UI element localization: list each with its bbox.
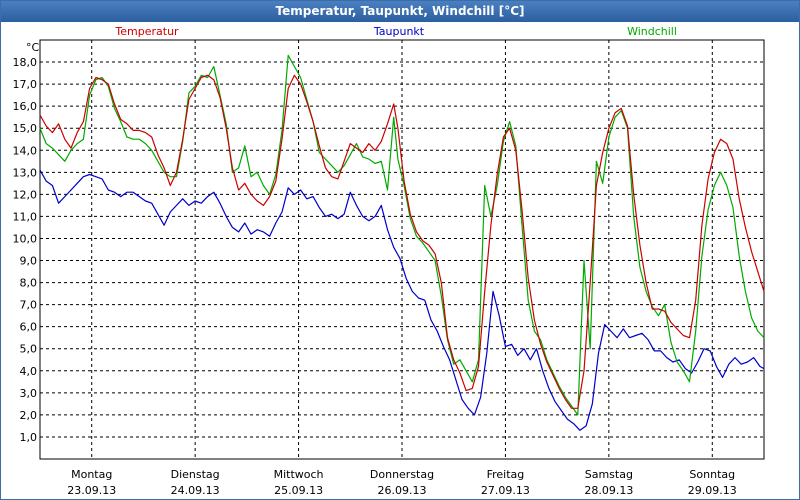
x-tick-day: Dienstag [171,468,220,481]
legend-temperatur: Temperatur [114,25,179,38]
y-unit-label: °C [26,41,40,54]
x-tick-day: Sonntag [689,468,735,481]
y-tick-label: 15,0 [13,122,38,135]
y-tick-label: 17,0 [13,78,38,91]
y-tick-label: 14,0 [13,144,38,157]
x-tick-date: 26.09.13 [378,484,427,497]
y-tick-label: 9,0 [20,255,38,268]
y-axis: 1,0 2,0 3,0 4,0 5,0 6,0 7,0 8,0 9,0 10,0 11,0 12,0 1… [13,56,38,444]
chart-canvas: 1,0 2,0 3,0 4,0 5,0 6,0 7,0 8,0 9,0 10,0 11,0 12,0 1… [13,25,765,497]
y-tick-label: 10,0 [13,232,38,245]
y-tick-label: 13,0 [13,166,38,179]
x-tick-day: Samstag [585,468,633,481]
legend-windchill: Windchill [627,25,677,38]
y-tick-label: 7,0 [20,299,38,312]
y-tick-label: 18,0 [13,56,38,69]
y-tick-label: 2,0 [20,409,38,422]
y-tick-label: 16,0 [13,100,38,113]
x-tick-day: Montag [71,468,112,481]
x-axis: Montag 23.09.13 Dienstag 24.09.13 Mittwoch 25… [67,468,737,497]
x-tick-date: 23.09.13 [67,484,116,497]
y-tick-label: 8,0 [20,277,38,290]
y-tick-label: 3,0 [20,387,38,400]
x-tick-day: Donnerstag [370,468,434,481]
x-tick-date: 25.09.13 [274,484,323,497]
y-tick-label: 6,0 [20,321,38,334]
x-tick-date: 28.09.13 [584,484,633,497]
x-tick-date: 29.09.13 [688,484,737,497]
y-tick-label: 4,0 [20,365,38,378]
x-tick-day: Mittwoch [274,468,324,481]
y-tick-label: 11,0 [13,210,38,223]
y-tick-label: 1,0 [20,431,38,444]
x-tick-day: Freitag [487,468,525,481]
legend-taupunkt: Taupunkt [373,25,425,38]
x-tick-date: 27.09.13 [481,484,530,497]
x-tick-date: 24.09.13 [171,484,220,497]
y-tick-label: 12,0 [13,188,38,201]
y-tick-label: 5,0 [20,343,38,356]
